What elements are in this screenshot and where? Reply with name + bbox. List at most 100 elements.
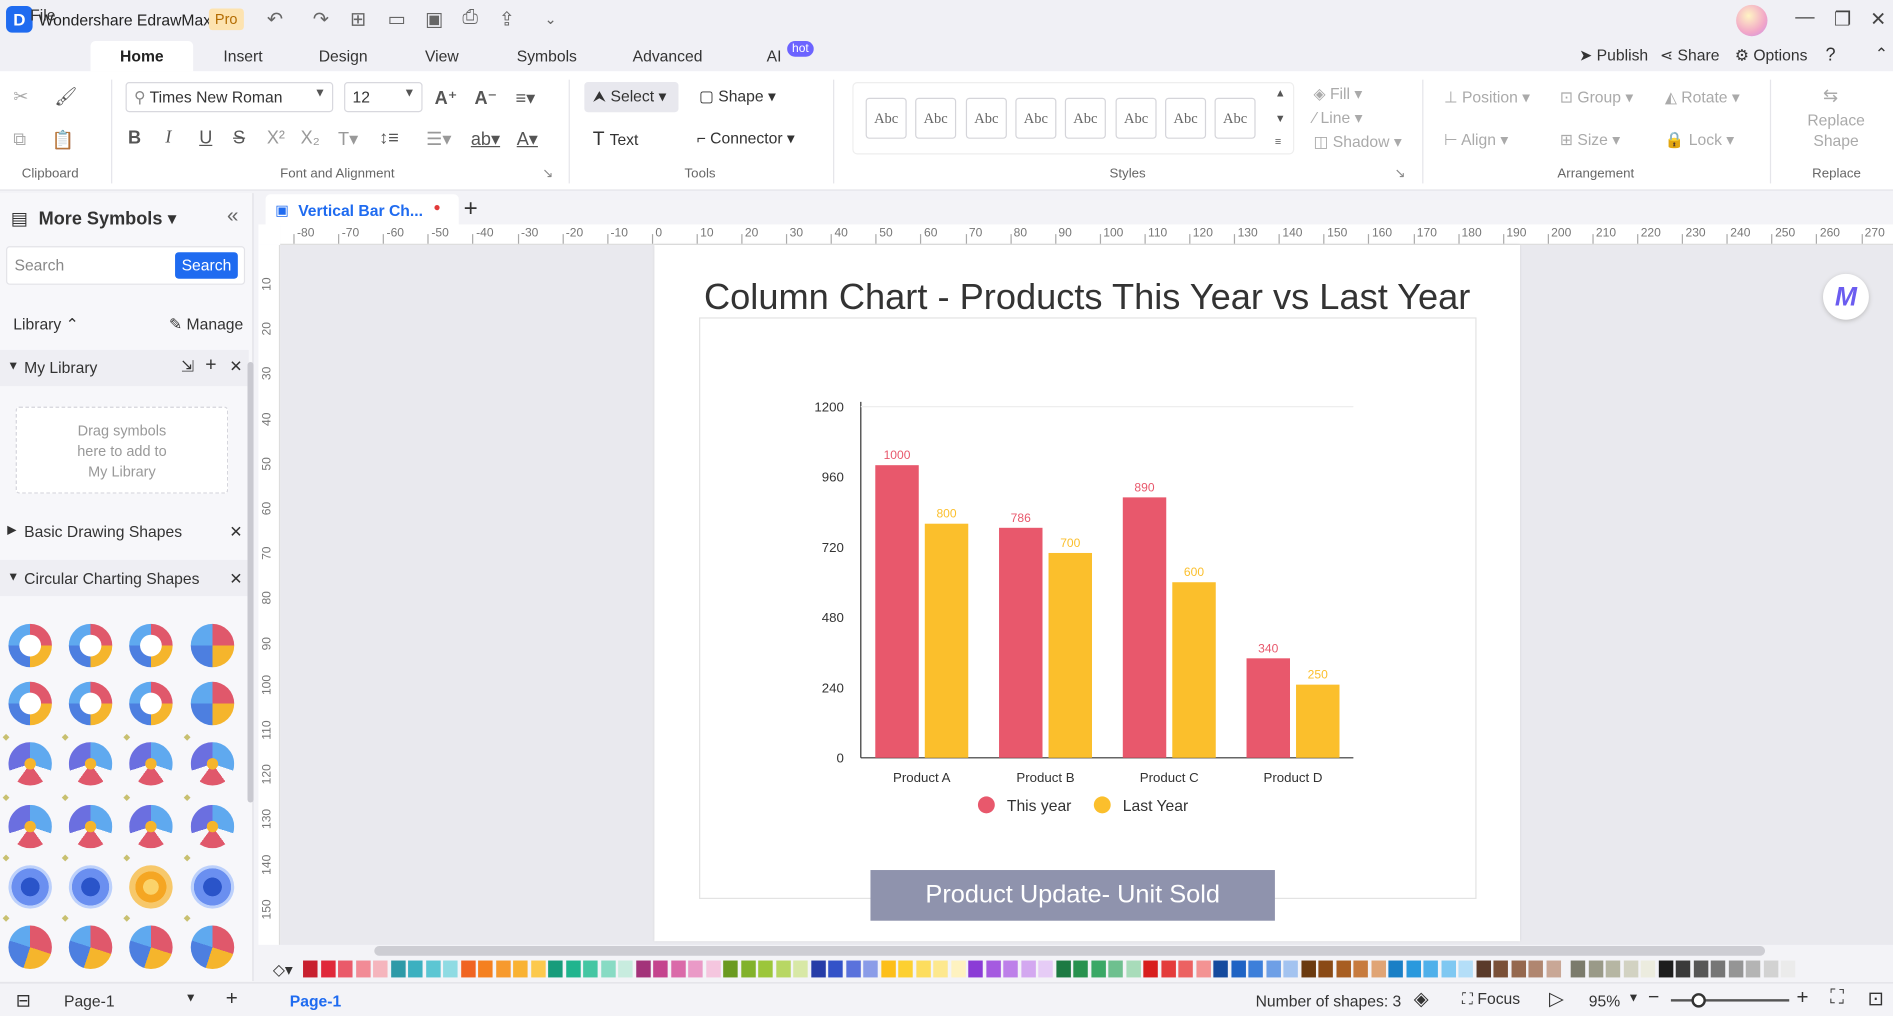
line-button[interactable]: ⁄ Line ▾ bbox=[1314, 109, 1363, 128]
color-swatch[interactable] bbox=[1710, 960, 1726, 978]
copy-icon[interactable]: ⧉ bbox=[13, 129, 26, 150]
column-chart[interactable]: 0 240 480 720 960 1200 1000 800 Product A 786 700 P… bbox=[700, 386, 1376, 832]
color-swatch[interactable] bbox=[338, 960, 353, 978]
color-swatch[interactable] bbox=[1108, 960, 1123, 978]
color-swatch[interactable] bbox=[653, 960, 668, 978]
fullscreen-icon[interactable]: ⊡ bbox=[1868, 987, 1884, 1011]
color-swatch[interactable] bbox=[478, 960, 493, 978]
menu-insert[interactable]: Insert bbox=[223, 47, 262, 65]
expand-triangle-icon[interactable]: ▼ bbox=[7, 571, 19, 584]
symbol-icon[interactable] bbox=[129, 681, 173, 726]
font-family-select[interactable]: ⚲ Times New Roman ▼ bbox=[125, 82, 334, 113]
symbol-icon[interactable] bbox=[68, 865, 113, 909]
menu-ai[interactable]: AI bbox=[767, 47, 782, 65]
symbol-icon[interactable] bbox=[8, 925, 52, 969]
color-swatch[interactable] bbox=[1440, 960, 1456, 978]
color-swatch[interactable] bbox=[355, 960, 371, 978]
color-swatch[interactable] bbox=[600, 960, 616, 978]
expand-triangle-icon[interactable]: ▼ bbox=[7, 360, 19, 373]
symbol-icon[interactable] bbox=[129, 742, 173, 786]
color-swatch[interactable] bbox=[1780, 960, 1796, 978]
color-swatch[interactable] bbox=[880, 960, 896, 978]
color-swatch[interactable] bbox=[1658, 960, 1673, 978]
gallery-more-icon[interactable]: ≡ bbox=[1275, 135, 1281, 147]
shape-tool[interactable]: ▢ Shape ▾ bbox=[699, 87, 776, 106]
replace-shape-label-2[interactable]: Shape bbox=[1813, 132, 1858, 150]
size-button[interactable]: ⊞ Size ▾ bbox=[1560, 130, 1620, 149]
select-tool[interactable]: ⮝ Select ▾ bbox=[593, 87, 667, 106]
color-swatch[interactable] bbox=[320, 960, 336, 978]
symbol-icon[interactable] bbox=[68, 804, 113, 849]
symbol-icon[interactable] bbox=[129, 623, 173, 668]
style-preset-1[interactable]: Abc bbox=[865, 97, 907, 139]
pro-badge[interactable]: Pro bbox=[208, 8, 244, 31]
color-swatch[interactable] bbox=[670, 960, 686, 978]
color-swatch[interactable] bbox=[1160, 960, 1176, 978]
symbol-icon[interactable] bbox=[190, 865, 235, 909]
fill-bucket-icon[interactable]: ◇▾ bbox=[273, 961, 293, 980]
color-swatch[interactable] bbox=[1073, 960, 1088, 978]
add-icon[interactable]: + bbox=[205, 355, 216, 377]
color-swatch[interactable] bbox=[425, 960, 441, 978]
superscript-icon[interactable]: X² bbox=[267, 128, 285, 149]
color-swatch[interactable] bbox=[705, 960, 721, 978]
color-swatch[interactable] bbox=[915, 960, 931, 978]
customize-quick-access-icon[interactable]: ⌄ bbox=[544, 11, 556, 28]
color-swatch[interactable] bbox=[1570, 960, 1586, 978]
symbol-icon[interactable] bbox=[8, 742, 52, 786]
chart-title[interactable]: Column Chart - Products This Year vs Las… bbox=[654, 278, 1520, 319]
help-icon[interactable]: ? bbox=[1825, 45, 1835, 66]
color-swatch[interactable] bbox=[968, 960, 983, 978]
color-swatch[interactable] bbox=[758, 960, 773, 978]
symbol-icon[interactable] bbox=[68, 925, 113, 969]
color-swatch[interactable] bbox=[1745, 960, 1761, 978]
color-swatch[interactable] bbox=[793, 960, 808, 978]
style-preset-8[interactable]: Abc bbox=[1214, 97, 1256, 139]
collapse-ribbon-icon[interactable]: ⌃ bbox=[1875, 45, 1888, 64]
color-swatch[interactable] bbox=[1353, 960, 1368, 978]
color-swatch[interactable] bbox=[1728, 960, 1743, 978]
color-swatch[interactable] bbox=[1588, 960, 1603, 978]
style-preset-3[interactable]: Abc bbox=[965, 97, 1007, 139]
symbol-icon[interactable] bbox=[190, 681, 235, 726]
color-swatch[interactable] bbox=[635, 960, 651, 978]
color-swatch[interactable] bbox=[1090, 960, 1106, 978]
color-swatch[interactable] bbox=[1283, 960, 1298, 978]
bold-icon[interactable]: B bbox=[128, 128, 141, 149]
color-swatch[interactable] bbox=[740, 960, 756, 978]
user-avatar[interactable] bbox=[1736, 4, 1768, 37]
color-swatch[interactable] bbox=[1318, 960, 1333, 978]
page-selector[interactable]: Page-1 bbox=[64, 992, 115, 1010]
color-swatch[interactable] bbox=[1125, 960, 1141, 978]
menu-file[interactable]: File bbox=[30, 6, 55, 24]
color-swatch[interactable] bbox=[1405, 960, 1421, 978]
symbol-icon[interactable] bbox=[190, 804, 235, 849]
menu-symbols[interactable]: Symbols bbox=[517, 47, 577, 65]
zoom-slider[interactable] bbox=[1670, 999, 1790, 1002]
color-swatch[interactable] bbox=[828, 960, 843, 978]
close-window-icon[interactable]: ✕ bbox=[1870, 7, 1886, 31]
rotate-button[interactable]: ◭ Rotate ▾ bbox=[1665, 88, 1740, 107]
dialog-launcher-icon[interactable]: ↘ bbox=[1394, 165, 1405, 181]
format-painter-icon[interactable]: 🖌 bbox=[54, 86, 77, 108]
symbol-icon[interactable] bbox=[129, 804, 173, 849]
italic-icon[interactable]: I bbox=[165, 128, 171, 149]
color-swatch[interactable] bbox=[1510, 960, 1526, 978]
symbol-icon[interactable] bbox=[190, 742, 235, 786]
style-preset-7[interactable]: Abc bbox=[1165, 97, 1207, 139]
fill-button[interactable]: ◈ Fill ▾ bbox=[1314, 84, 1363, 103]
symbol-icon[interactable] bbox=[129, 865, 173, 909]
style-preset-6[interactable]: Abc bbox=[1115, 97, 1157, 139]
layers-icon[interactable]: ◈ bbox=[1414, 987, 1429, 1011]
font-color-icon[interactable]: A▾ bbox=[517, 128, 538, 150]
symbol-icon[interactable] bbox=[190, 623, 235, 668]
color-swatch[interactable] bbox=[1230, 960, 1246, 978]
text-case-icon[interactable]: T▾ bbox=[338, 128, 358, 150]
text-tool[interactable]: T Text bbox=[593, 129, 639, 151]
play-icon[interactable]: ▷ bbox=[1549, 987, 1564, 1011]
color-swatch[interactable] bbox=[1458, 960, 1473, 978]
restore-icon[interactable]: ❐ bbox=[1834, 7, 1851, 31]
gallery-down-icon[interactable]: ▼ bbox=[1275, 112, 1286, 124]
color-swatch[interactable] bbox=[1493, 960, 1508, 978]
more-symbols-title[interactable]: More Symbols ▾ bbox=[39, 208, 177, 230]
